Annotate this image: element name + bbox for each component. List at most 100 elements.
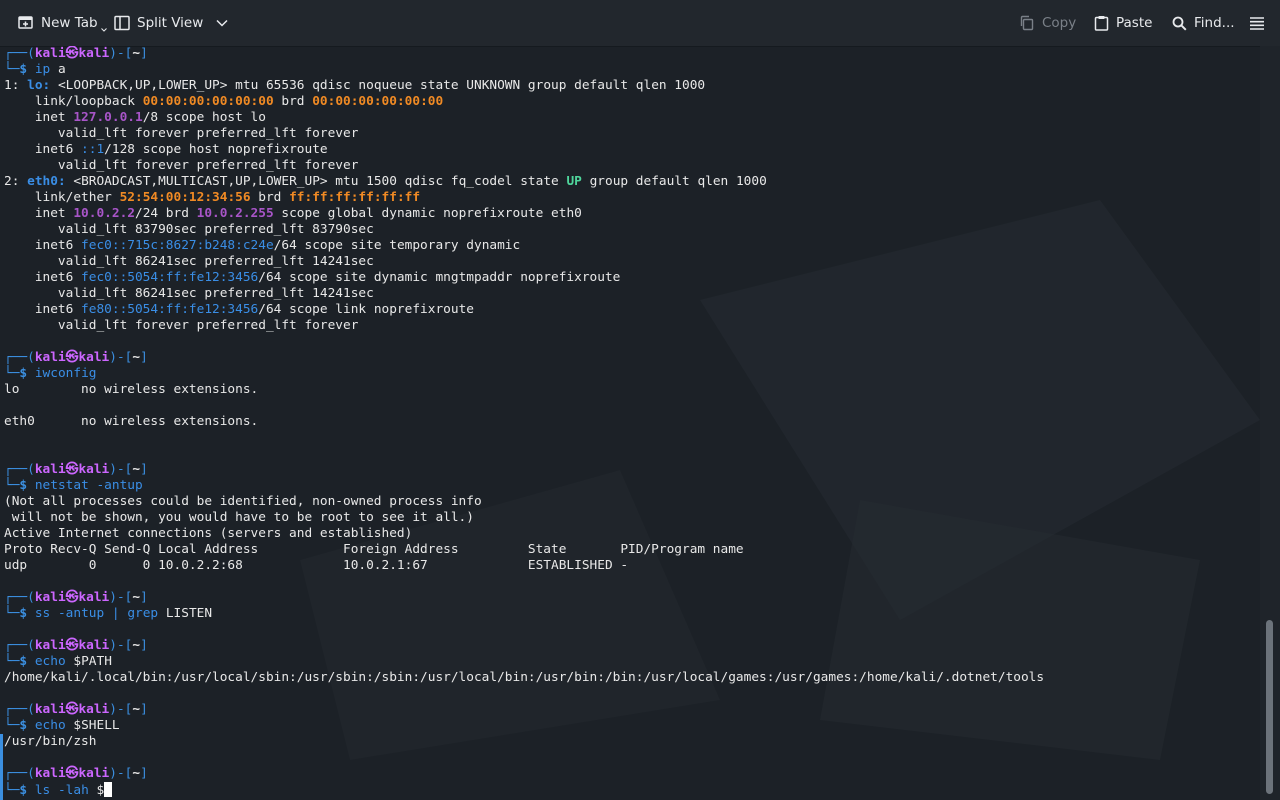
output-line: Proto Recv-Q Send-Q Local Address Foreig…	[4, 542, 744, 558]
command-text: |	[111, 606, 120, 621]
output-line: valid_lft forever preferred_lft forever	[4, 126, 358, 142]
output-text: fec0::5054:ff:fe12:3456	[81, 270, 259, 285]
new-tab-label: New Tab	[41, 15, 98, 31]
prompt-frame: └─	[4, 62, 20, 77]
prompt-user-host: kali㉿kali	[34, 350, 110, 365]
output-line: /home/kali/.local/bin:/usr/local/sbin:/u…	[4, 670, 1044, 686]
output-line: lo no wireless extensions.	[4, 382, 258, 398]
chevron-down-icon	[100, 28, 107, 32]
output-line: inet6 fec0::5054:ff:fe12:3456/64 scope s…	[4, 270, 621, 286]
output-text: fec0::715c:8627:b248:c24e	[81, 238, 274, 253]
prompt-frame: )-[	[109, 462, 133, 477]
prompt-frame: └─	[4, 718, 20, 733]
output-text: <BROADCAST,MULTICAST,UP,LOWER_UP> mtu 15…	[65, 174, 567, 189]
chevron-down-icon	[216, 19, 228, 27]
output-text: lo:	[27, 78, 51, 93]
new-tab-icon	[18, 16, 33, 29]
prompt-frame: )-[	[109, 350, 133, 365]
scrollbar-thumb[interactable]	[1266, 620, 1273, 794]
terminal-output[interactable]: ┌──(kali㉿kali)-[~] └─$ ip a 1: lo: <LOOPBA…	[0, 46, 1260, 800]
command-text: ss -antup	[34, 606, 112, 621]
prompt-frame: ]	[140, 350, 148, 365]
command-text: ip	[34, 62, 51, 77]
prompt-frame: ┌──(	[4, 638, 35, 653]
prompt-frame: ]	[140, 590, 148, 605]
find-label: Find...	[1194, 15, 1235, 31]
prompt-cwd: ~	[132, 46, 141, 61]
prompt-user-host: kali㉿kali	[34, 638, 110, 653]
prompt-frame: ]	[140, 462, 148, 477]
prompt-cwd: ~	[132, 702, 141, 717]
command-text: $PATH	[65, 654, 112, 669]
output-text: inet6	[4, 142, 82, 157]
prompt-frame: ]	[140, 46, 148, 61]
output-line: link/loopback 00:00:00:00:00:00 brd 00:0…	[4, 94, 443, 110]
output-text: eth0 no wireless extensions.	[4, 414, 259, 429]
command-line: └─$ ss -antup | grep LISTEN	[4, 606, 212, 622]
output-text: scope global dynamic noprefixroute eth0	[273, 206, 582, 221]
prompt-line: ┌──(kali㉿kali)-[~]	[4, 638, 148, 654]
find-button[interactable]: Find...	[1172, 0, 1235, 46]
output-text: /128 scope host noprefixroute	[104, 142, 328, 157]
output-line: inet6 ::1/128 scope host noprefixroute	[4, 142, 328, 158]
output-text: ::1	[81, 142, 105, 157]
output-text: valid_lft 86241sec preferred_lft 14241se…	[4, 286, 374, 301]
prompt-symbol: $	[19, 478, 35, 493]
prompt-cwd: ~	[132, 462, 141, 477]
prompt-symbol: $	[19, 718, 35, 733]
output-text: fe80::5054:ff:fe12:3456	[81, 302, 259, 317]
terminal-toolbar: New Tab Split View Copy Paste Find...	[0, 0, 1280, 47]
output-line: valid_lft forever preferred_lft forever	[4, 158, 358, 174]
prompt-frame: ]	[140, 638, 148, 653]
command-line: └─$ iwconfig	[4, 366, 96, 382]
output-text: /24 brd	[134, 206, 197, 221]
split-view-icon	[114, 15, 130, 31]
output-text: 00:00:00:00:00:00	[312, 94, 444, 109]
paste-button[interactable]: Paste	[1094, 0, 1152, 46]
prompt-symbol: $	[19, 606, 35, 621]
output-text: UP	[566, 174, 582, 189]
command-text: echo	[34, 718, 66, 733]
output-text: 2:	[4, 174, 28, 189]
command-text: $	[88, 783, 105, 798]
output-text: Active Internet connections (servers and…	[4, 526, 413, 541]
output-text: valid_lft forever preferred_lft forever	[4, 158, 359, 173]
hamburger-menu-button[interactable]	[1250, 0, 1264, 46]
command-line: └─$ ls -lah $	[4, 782, 113, 798]
command-text: netstat -antup	[34, 478, 143, 493]
output-line: valid_lft 86241sec preferred_lft 14241se…	[4, 254, 374, 270]
paste-label: Paste	[1116, 15, 1153, 31]
new-tab-button[interactable]: New Tab	[18, 0, 107, 46]
prompt-frame: └─	[4, 366, 20, 381]
output-text: <LOOPBACK,UP,LOWER_UP> mtu 65536 qdisc n…	[50, 78, 706, 93]
prompt-frame: ┌──(	[4, 46, 35, 61]
output-text: link/ether	[4, 190, 120, 205]
active-line-marker	[0, 734, 3, 800]
output-text: /home/kali/.local/bin:/usr/local/sbin:/u…	[4, 670, 1045, 685]
command-text: ls -lah	[34, 783, 89, 798]
prompt-frame: )-[	[109, 590, 133, 605]
output-line: eth0 no wireless extensions.	[4, 414, 258, 430]
prompt-line: ┌──(kali㉿kali)-[~]	[4, 350, 148, 366]
split-view-button[interactable]: Split View	[114, 0, 228, 46]
prompt-frame: └─	[4, 606, 20, 621]
prompt-line: ┌──(kali㉿kali)-[~]	[4, 590, 148, 606]
copy-label: Copy	[1042, 15, 1077, 31]
copy-button[interactable]: Copy	[1019, 0, 1076, 46]
prompt-line: ┌──(kali㉿kali)-[~]	[4, 46, 148, 62]
prompt-frame: ]	[140, 702, 148, 717]
output-text: inet6	[4, 302, 82, 317]
output-text: 10.0.2.2	[73, 206, 135, 221]
output-text: 10.0.2.255	[196, 206, 274, 221]
output-line: will not be shown, you would have to be …	[4, 510, 474, 526]
prompt-user-host: kali㉿kali	[34, 590, 110, 605]
split-view-label: Split View	[137, 15, 204, 31]
output-line: 2: eth0: <BROADCAST,MULTICAST,UP,LOWER_U…	[4, 174, 767, 190]
output-text: valid_lft 86241sec preferred_lft 14241se…	[4, 254, 374, 269]
prompt-symbol: $	[19, 366, 35, 381]
output-text: valid_lft forever preferred_lft forever	[4, 126, 359, 141]
prompt-frame: )-[	[109, 702, 133, 717]
prompt-user-host: kali㉿kali	[34, 46, 110, 61]
prompt-symbol: $	[19, 62, 35, 77]
output-line: link/ether 52:54:00:12:34:56 brd ff:ff:f…	[4, 190, 420, 206]
